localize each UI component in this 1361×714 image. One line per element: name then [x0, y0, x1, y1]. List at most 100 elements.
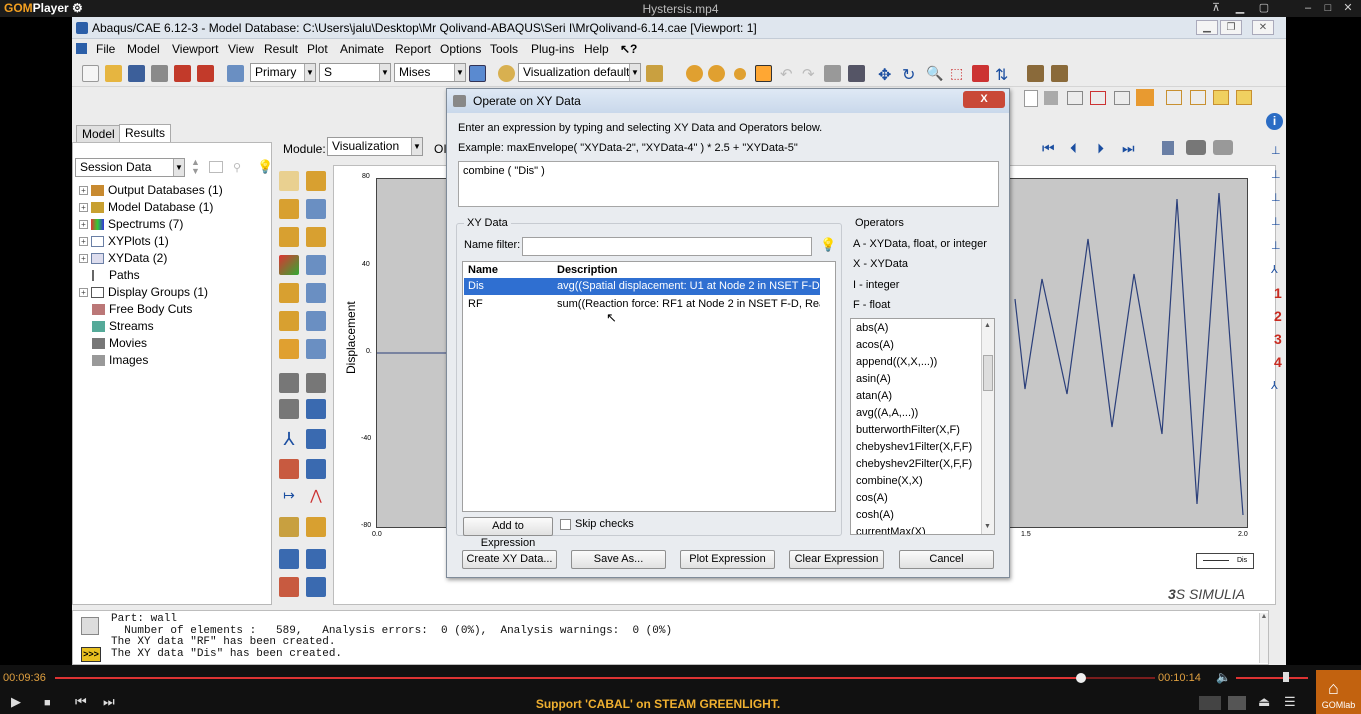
visualization-defaults-select[interactable]: Visualization defaults ▼: [518, 63, 641, 82]
tool-undeformed-icon[interactable]: [306, 171, 326, 191]
tree-collapse-icon[interactable]: [209, 161, 223, 173]
step-frame-icon[interactable]: [227, 65, 244, 82]
first-frame-icon[interactable]: ⏮: [1042, 140, 1055, 157]
tree-item-output-databases[interactable]: + Output Databases (1): [79, 182, 223, 199]
tool-display-group-manager-icon[interactable]: [306, 549, 326, 569]
tool-deformed-icon[interactable]: [279, 199, 299, 219]
tool-free-body-icon[interactable]: [279, 577, 299, 597]
operator-item[interactable]: asin(A): [856, 373, 891, 385]
operator-item[interactable]: chebyshev1Filter(X,F,F): [856, 441, 972, 453]
app-minimize-button[interactable]: ▁: [1196, 20, 1218, 35]
zoom-icon[interactable]: 🔍: [926, 65, 943, 82]
name-filter-input[interactable]: [522, 237, 812, 256]
playlist-icon[interactable]: [1199, 696, 1221, 710]
field-variable-select[interactable]: S ▼: [319, 63, 391, 82]
filter-lightbulb-icon[interactable]: 💡: [820, 237, 836, 253]
tree-item-movies[interactable]: Movies: [92, 335, 147, 352]
operator-item[interactable]: abs(A): [856, 322, 888, 334]
player-max-button[interactable]: □: [1320, 1, 1336, 15]
tree-item-model-database[interactable]: + Model Database (1): [79, 199, 213, 216]
ruler-icon[interactable]: [1027, 65, 1044, 82]
operators-scroll-thumb[interactable]: [983, 355, 993, 391]
axis-view-icon-2[interactable]: ⊥: [1271, 168, 1281, 181]
capture-icon[interactable]: [1228, 696, 1246, 710]
table-row-selected[interactable]: Dis avg((Spatial displacement: U1 at Nod…: [464, 278, 820, 295]
tree-item-streams[interactable]: Streams: [92, 318, 154, 335]
tool-view-cut-icon[interactable]: [279, 517, 299, 537]
eject-icon[interactable]: ⏏: [1258, 694, 1270, 710]
tree-item-display-groups[interactable]: + Display Groups (1): [79, 284, 208, 301]
display-group-icon[interactable]: [824, 65, 841, 82]
menu-icon[interactable]: ☰: [1284, 694, 1296, 710]
tool-symbol-options-icon[interactable]: [306, 283, 326, 303]
open-folder-icon[interactable]: [105, 65, 122, 82]
tool-step-frame-icon[interactable]: [279, 171, 299, 191]
shading-icon-1[interactable]: [686, 65, 703, 82]
clear-expression-button[interactable]: Clear Expression: [789, 550, 884, 569]
menu-view[interactable]: View: [228, 42, 254, 56]
menu-result[interactable]: Result: [264, 42, 298, 56]
tool-orientation-icon[interactable]: [279, 311, 299, 331]
expression-field[interactable]: combine ( "Dis" ): [458, 161, 999, 207]
tool-display-group-icon[interactable]: [279, 549, 299, 569]
tree-item-free-body-cuts[interactable]: Free Body Cuts: [92, 301, 192, 318]
table-row[interactable]: RF sum((Reaction force: RF1 at Node 2 in…: [464, 296, 820, 313]
view-number-2[interactable]: 2: [1274, 308, 1282, 324]
player-fullscreen-button[interactable]: ▢: [1256, 1, 1272, 15]
view-number-1[interactable]: 1: [1274, 285, 1282, 301]
view-icon-4[interactable]: [1114, 91, 1130, 105]
operator-item[interactable]: combine(X,X): [856, 475, 923, 487]
app-close-button[interactable]: ✕: [1252, 20, 1274, 35]
tool-symbol-icon[interactable]: [279, 227, 299, 247]
axis-view-icon-1[interactable]: ⊥: [1271, 144, 1281, 157]
tool-xy-plot-manager-icon[interactable]: [306, 459, 326, 479]
field-output-position-select[interactable]: Primary ▼: [250, 63, 316, 82]
shading-icon-3[interactable]: [734, 68, 746, 80]
invariant-select[interactable]: Mises ▼: [394, 63, 466, 82]
operator-item[interactable]: chebyshev2Filter(X,F,F): [856, 458, 972, 470]
tool-allow-multiple-icon[interactable]: [279, 339, 299, 359]
menu-file[interactable]: File: [96, 42, 115, 56]
box-zoom-icon[interactable]: ⬚: [950, 65, 967, 82]
tool-operate-xy-icon[interactable]: [279, 459, 299, 479]
query-icon[interactable]: [755, 65, 772, 82]
rotate-icon[interactable]: ↻: [902, 65, 919, 84]
view-number-3[interactable]: 3: [1274, 331, 1282, 347]
grid-icon[interactable]: [1051, 65, 1068, 82]
session-data-select[interactable]: Session Data ▼: [75, 158, 185, 177]
side-view-icon[interactable]: [1236, 90, 1252, 105]
tool-symbol-plot-icon[interactable]: [279, 283, 299, 303]
view-number-4[interactable]: 4: [1274, 354, 1282, 370]
tab-model[interactable]: Model: [76, 125, 121, 143]
operator-item[interactable]: append((X,X,...)): [856, 356, 937, 368]
view-icon-1[interactable]: [1044, 91, 1058, 105]
tool-orientation-options-icon[interactable]: [306, 311, 326, 331]
tree-item-spectrums[interactable]: + Spectrums (7): [79, 216, 183, 233]
axis-view-icon-4[interactable]: ⊥: [1271, 215, 1281, 228]
view-icon-2[interactable]: [1067, 91, 1083, 105]
tool-material-orient-icon[interactable]: [306, 227, 326, 247]
tool-contour-options-icon[interactable]: [306, 255, 326, 275]
axis-view-icon-5[interactable]: ⊥: [1271, 239, 1281, 252]
message-area-icon[interactable]: [81, 617, 99, 635]
tool-xy-chart-icon[interactable]: ⋀: [306, 487, 326, 507]
tree-updown-icon[interactable]: ▲ ▼: [191, 158, 203, 176]
tree-item-images[interactable]: Images: [92, 352, 148, 369]
camera-icon[interactable]: [1186, 140, 1206, 155]
tool-animate-time-icon[interactable]: [306, 373, 326, 393]
tree-item-paths[interactable]: Paths: [92, 267, 140, 284]
axis-view-icon-6[interactable]: ⅄: [1271, 263, 1278, 276]
player-close-button[interactable]: ✕: [1340, 1, 1356, 15]
volume-slider-handle[interactable]: [1283, 672, 1289, 682]
view-icon-5[interactable]: [1136, 89, 1154, 106]
lightbulb-icon[interactable]: 💡: [257, 159, 273, 175]
tool-superimpose-icon[interactable]: [306, 339, 326, 359]
message-area[interactable]: >>> Part: wall Number of elements : 589,…: [72, 610, 1269, 665]
menu-plot[interactable]: Plot: [307, 42, 328, 56]
skip-checks-checkbox[interactable]: [560, 519, 571, 530]
frame-selector-icon[interactable]: [1162, 141, 1174, 155]
gomlab-button[interactable]: ⌂ GOMlab: [1316, 670, 1361, 714]
menu-help[interactable]: Help: [584, 42, 609, 56]
create-xy-data-button[interactable]: Create XY Data...: [462, 550, 557, 569]
odb-update-icon[interactable]: [197, 65, 214, 82]
